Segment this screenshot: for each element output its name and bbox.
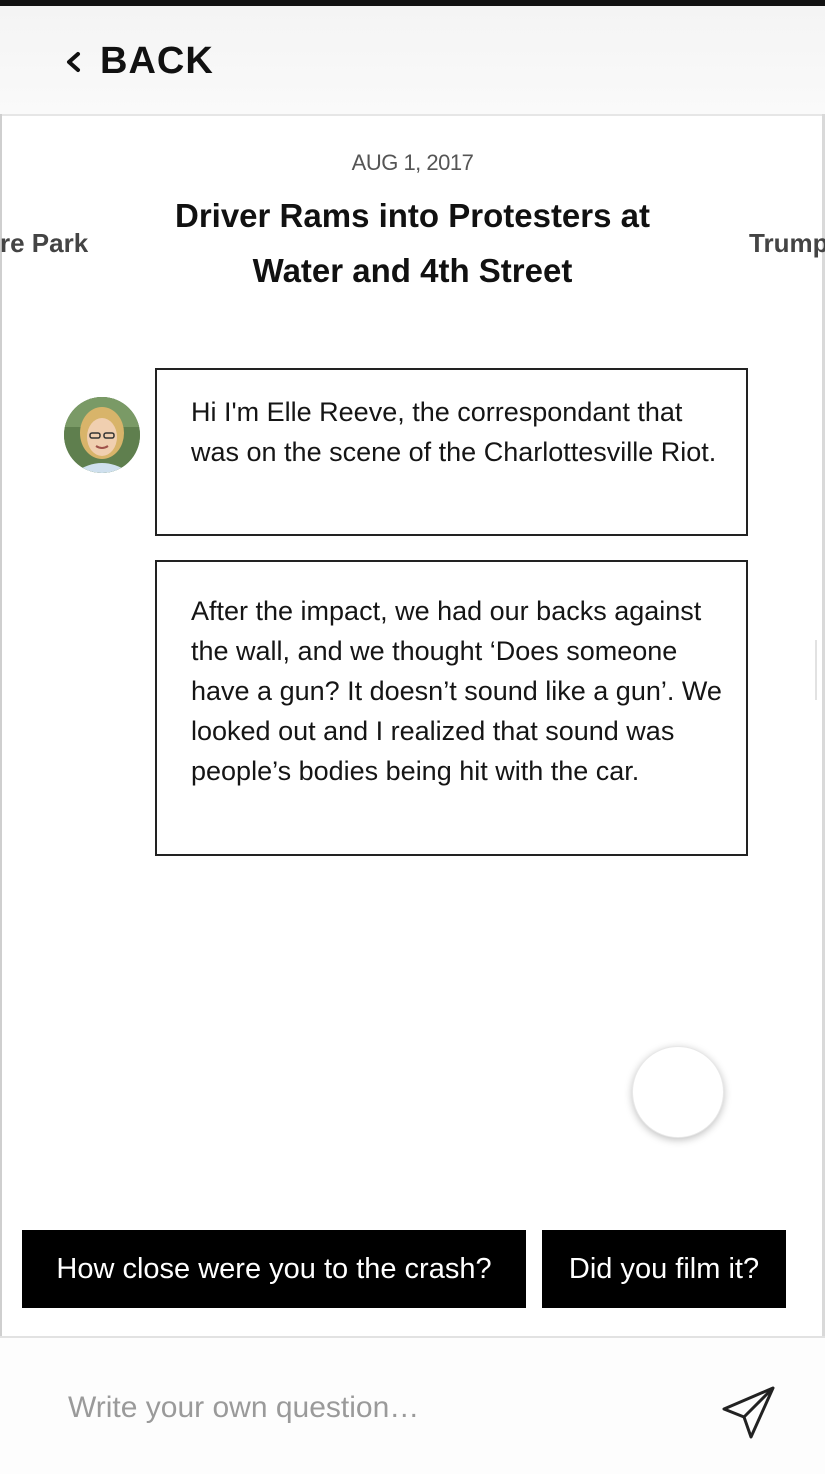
question-composer	[0, 1336, 825, 1474]
question-input[interactable]	[66, 1382, 670, 1434]
back-button[interactable]: BACK	[62, 40, 214, 83]
correspondent-avatar	[64, 397, 140, 473]
story-date: AUG 1, 2017	[351, 150, 474, 175]
next-story-tab[interactable]: Trump	[749, 228, 825, 259]
app-header: BACK	[0, 6, 825, 116]
record-button[interactable]	[632, 1046, 724, 1138]
next-card-edge	[815, 640, 821, 700]
chat-message: After the impact, we had our backs again…	[155, 560, 748, 856]
chevron-left-icon	[67, 51, 80, 72]
suggestion-button-film[interactable]: Did you film it?	[542, 1230, 786, 1308]
back-label: BACK	[100, 40, 214, 82]
story-title: Driver Rams into Protesters at Water and…	[174, 197, 650, 289]
suggestion-button-crash-distance[interactable]: How close were you to the crash?	[22, 1230, 526, 1308]
paper-plane-icon[interactable]	[720, 1384, 778, 1442]
left-edge	[0, 114, 2, 1336]
previous-story-tab[interactable]: re Park	[0, 228, 88, 259]
chat-message: Hi I'm Elle Reeve, the correspondant tha…	[155, 368, 748, 536]
